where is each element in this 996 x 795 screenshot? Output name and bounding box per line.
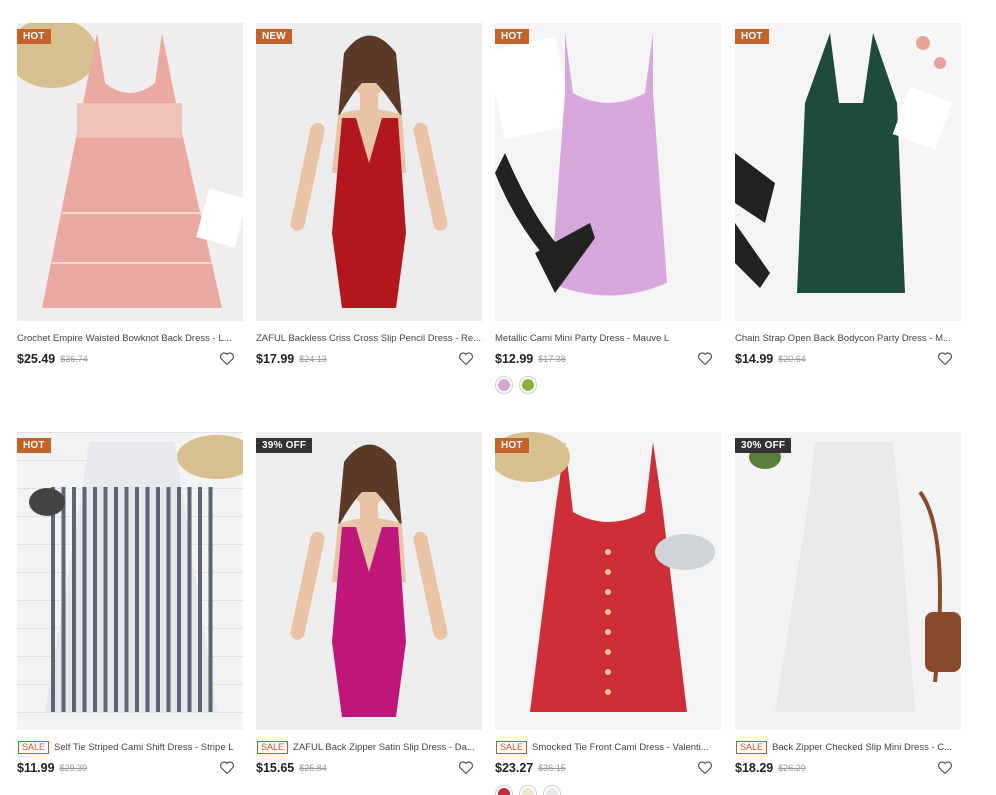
current-price: $25.49 <box>17 352 56 366</box>
product-title-link[interactable]: Self Tie Striped Cami Shift Dress - Stri… <box>54 742 234 753</box>
color-swatch[interactable] <box>519 785 537 795</box>
color-swatch[interactable] <box>495 376 513 394</box>
product-title-row: SALE Self Tie Striped Cami Shift Dress - … <box>17 740 243 754</box>
color-swatch[interactable] <box>519 376 537 394</box>
heart-icon[interactable] <box>219 760 235 775</box>
product-title-link[interactable]: Smocked Tie Front Cami Dress - Valenti..… <box>532 742 709 753</box>
product-title-row: SALE Smocked Tie Front Cami Dress - Valen… <box>495 740 721 754</box>
price-row: $14.99 $20.64 <box>735 350 961 368</box>
original-price: $17.38 <box>538 354 566 364</box>
sale-tag: SALE <box>18 740 50 754</box>
color-swatches <box>495 376 721 394</box>
price-row: $25.49 $36.74 <box>17 350 243 368</box>
product-image[interactable]: NEW <box>256 23 482 321</box>
green-bodycon-dress-illustration <box>735 23 961 321</box>
heart-icon[interactable] <box>458 760 474 775</box>
original-price: $20.64 <box>778 354 806 364</box>
magenta-satin-model-illustration <box>256 432 482 730</box>
product-card[interactable]: HOT Chain Strap Open Back Bodycon Party D… <box>735 23 961 368</box>
price-row: $12.99 $17.38 <box>495 350 721 368</box>
price-row: $15.65 $25.84 <box>256 759 482 777</box>
original-price: $36.15 <box>538 763 566 773</box>
product-card[interactable]: HOT Metallic Cami Mini Party Dress - Mauv… <box>495 23 721 394</box>
color-swatch[interactable] <box>495 785 513 795</box>
current-price: $12.99 <box>495 352 534 366</box>
product-title-row: SALE Back Zipper Checked Slip Mini Dress … <box>735 740 961 754</box>
product-title-link[interactable]: Metallic Cami Mini Party Dress - Mauve L <box>495 333 669 344</box>
product-title-row: Metallic Cami Mini Party Dress - Mauve L <box>495 331 721 345</box>
heart-icon[interactable] <box>697 760 713 775</box>
product-badge: HOT <box>495 438 529 453</box>
product-badge: HOT <box>495 29 529 44</box>
product-title-row: Crochet Empire Waisted Bowknot Back Dres… <box>17 331 243 345</box>
product-title-row: SALE ZAFUL Back Zipper Satin Slip Dress -… <box>256 740 482 754</box>
product-title-link[interactable]: ZAFUL Backless Criss Cross Slip Pencil D… <box>256 333 481 344</box>
gingham-mini-dress-illustration <box>735 432 961 730</box>
product-badge: 39% OFF <box>256 438 313 453</box>
product-image[interactable]: HOT <box>735 23 961 321</box>
product-card[interactable]: NEW ZAFUL Backless Criss Cross Slip Penci… <box>256 23 482 368</box>
product-badge: 30% OFF <box>735 438 792 453</box>
mauve-metallic-dress-illustration <box>495 23 721 321</box>
original-price: $36.74 <box>60 354 88 364</box>
heart-icon[interactable] <box>219 351 235 366</box>
red-satin-model-illustration <box>256 23 482 321</box>
product-card[interactable]: HOT SALE Smocked Tie Front Cami Dress - Va… <box>495 432 721 795</box>
product-card[interactable]: HOT SALE Self Tie Striped Cami Shift Dress… <box>17 432 243 777</box>
heart-icon[interactable] <box>937 760 953 775</box>
striped-shift-dress-illustration <box>17 432 243 730</box>
pink-tiered-dress-illustration <box>17 23 243 321</box>
sale-tag: SALE <box>736 740 768 754</box>
price-row: $23.27 $36.15 <box>495 759 721 777</box>
product-title-row: Chain Strap Open Back Bodycon Party Dres… <box>735 331 961 345</box>
original-price: $24.13 <box>299 354 327 364</box>
product-card[interactable]: HOT Crochet Empire Waisted Bowknot Back D… <box>17 23 243 368</box>
red-button-dress-illustration <box>495 432 721 730</box>
product-badge: HOT <box>17 29 51 44</box>
price-row: $17.99 $24.13 <box>256 350 482 368</box>
current-price: $15.65 <box>256 761 295 775</box>
current-price: $17.99 <box>256 352 295 366</box>
sale-tag: SALE <box>496 740 528 754</box>
heart-icon[interactable] <box>937 351 953 366</box>
price-row: $18.29 $26.29 <box>735 759 961 777</box>
current-price: $18.29 <box>735 761 774 775</box>
product-card[interactable]: 39% OFF SALE ZAFUL Back Zipper Satin Slip … <box>256 432 482 777</box>
product-title-link[interactable]: Chain Strap Open Back Bodycon Party Dres… <box>735 333 951 344</box>
original-price: $25.84 <box>299 763 327 773</box>
product-title-row: ZAFUL Backless Criss Cross Slip Pencil D… <box>256 331 482 345</box>
product-badge: HOT <box>17 438 51 453</box>
heart-icon[interactable] <box>458 351 474 366</box>
product-title-link[interactable]: Crochet Empire Waisted Bowknot Back Dres… <box>17 333 232 344</box>
product-title-link[interactable]: Back Zipper Checked Slip Mini Dress - C.… <box>772 742 952 753</box>
product-grid: HOT Crochet Empire Waisted Bowknot Back D… <box>0 0 996 795</box>
product-image[interactable]: HOT <box>495 23 721 321</box>
product-card[interactable]: 30% OFF SALE Back Zipper Checked Slip Mini… <box>735 432 961 777</box>
product-image[interactable]: 30% OFF <box>735 432 961 730</box>
current-price: $23.27 <box>495 761 534 775</box>
sale-tag: SALE <box>257 740 289 754</box>
original-price: $29.39 <box>59 763 88 773</box>
color-swatches <box>495 785 721 795</box>
color-swatch[interactable] <box>543 785 561 795</box>
original-price: $26.29 <box>778 763 806 773</box>
product-title-link[interactable]: ZAFUL Back Zipper Satin Slip Dress - Da.… <box>293 742 475 753</box>
current-price: $14.99 <box>735 352 774 366</box>
product-badge: NEW <box>256 29 292 44</box>
heart-icon[interactable] <box>697 351 713 366</box>
price-row: $11.99 $29.39 <box>17 759 243 777</box>
product-image[interactable]: HOT <box>495 432 721 730</box>
product-badge: HOT <box>735 29 769 44</box>
product-image[interactable]: 39% OFF <box>256 432 482 730</box>
product-image[interactable]: HOT <box>17 23 243 321</box>
product-image[interactable]: HOT <box>17 432 243 730</box>
current-price: $11.99 <box>17 761 55 775</box>
